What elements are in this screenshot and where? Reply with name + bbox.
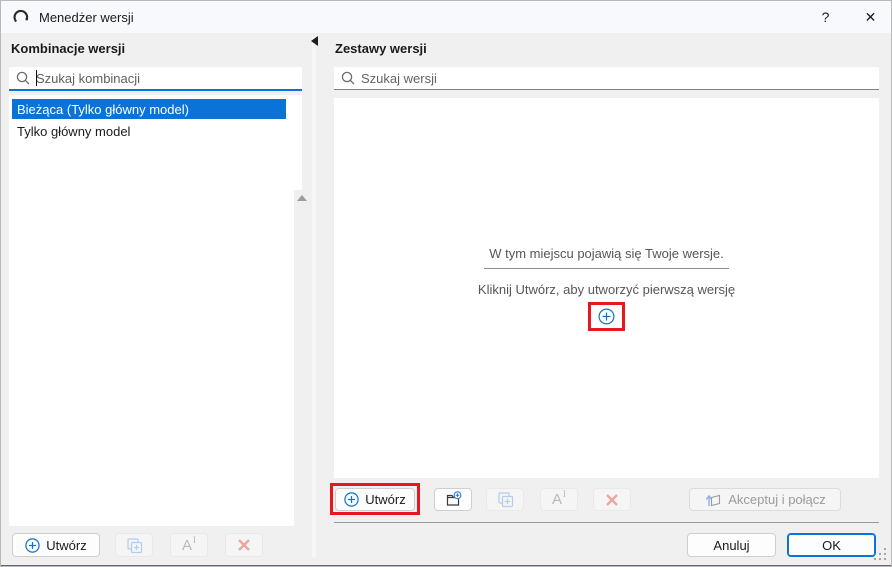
rename-icon: AI — [181, 534, 196, 554]
rename-icon: AI — [551, 489, 566, 508]
version-search-box — [334, 67, 879, 90]
combination-list: Bieżąca (Tylko główny model) Tylko główn… — [9, 95, 309, 566]
accept-merge-icon — [705, 494, 721, 506]
search-icon — [341, 71, 355, 85]
window-title: Menedżer wersji — [39, 9, 134, 25]
circled-plus-icon — [25, 537, 40, 553]
right-panel-header: Zestawy wersji — [335, 41, 427, 56]
rename-version-button: AI — [540, 488, 578, 511]
empty-state-title: W tym miejscu pojawią się Twoje wersje. — [484, 246, 729, 269]
combination-search-input[interactable] — [9, 67, 302, 89]
empty-state-hint: Kliknij Utwórz, aby utworzyć pierwszą we… — [477, 281, 736, 297]
accept-merge-button: Akceptuj i połącz — [689, 488, 841, 511]
panel-splitter[interactable] — [312, 37, 316, 557]
create-version-button[interactable]: Utwórz — [335, 488, 415, 511]
create-combination-button[interactable]: Utwórz — [12, 533, 100, 557]
ok-button[interactable]: OK — [787, 533, 876, 557]
version-list-empty-area: W tym miejscu pojawią się Twoje wersje. … — [334, 98, 879, 478]
duplicate-plus-icon — [497, 492, 513, 508]
cancel-button[interactable]: Anuluj — [687, 533, 776, 557]
text-caret — [36, 70, 37, 86]
duplicate-version-button — [486, 488, 524, 511]
list-item[interactable]: Bieżąca (Tylko główny model) — [12, 99, 286, 119]
resize-grip[interactable] — [873, 547, 886, 560]
help-button[interactable]: ? — [803, 1, 848, 33]
delete-x-icon — [606, 493, 618, 506]
annotation-box — [588, 301, 625, 331]
list-scrollbar[interactable] — [294, 190, 309, 566]
rename-combination-button: AI — [170, 533, 208, 557]
new-version-set-button[interactable] — [434, 488, 472, 511]
version-search-input[interactable] — [334, 67, 879, 89]
close-button[interactable]: ✕ — [848, 1, 891, 33]
collapse-panel-icon[interactable] — [311, 36, 318, 46]
delete-version-button — [593, 488, 631, 511]
footer-divider — [334, 522, 879, 523]
circled-plus-icon — [344, 492, 359, 507]
title-bar: Menedżer wersji ? ✕ — [1, 1, 891, 33]
combination-search-box — [9, 67, 302, 91]
circled-plus-icon[interactable] — [598, 307, 615, 325]
version-manager-dialog: Menedżer wersji ? ✕ Kombinacje wersji Bi… — [0, 0, 892, 567]
search-icon — [16, 71, 30, 85]
app-logo-icon — [13, 9, 29, 22]
scroll-up-icon[interactable] — [297, 195, 307, 201]
duplicate-plus-icon — [126, 537, 142, 553]
folder-plus-icon — [446, 491, 461, 506]
delete-x-icon — [238, 539, 250, 551]
delete-combination-button — [225, 533, 263, 557]
list-item[interactable]: Tylko główny model — [12, 121, 286, 141]
duplicate-combination-button — [115, 533, 153, 557]
window-controls: ? ✕ — [803, 1, 891, 33]
left-panel-header: Kombinacje wersji — [11, 41, 126, 56]
